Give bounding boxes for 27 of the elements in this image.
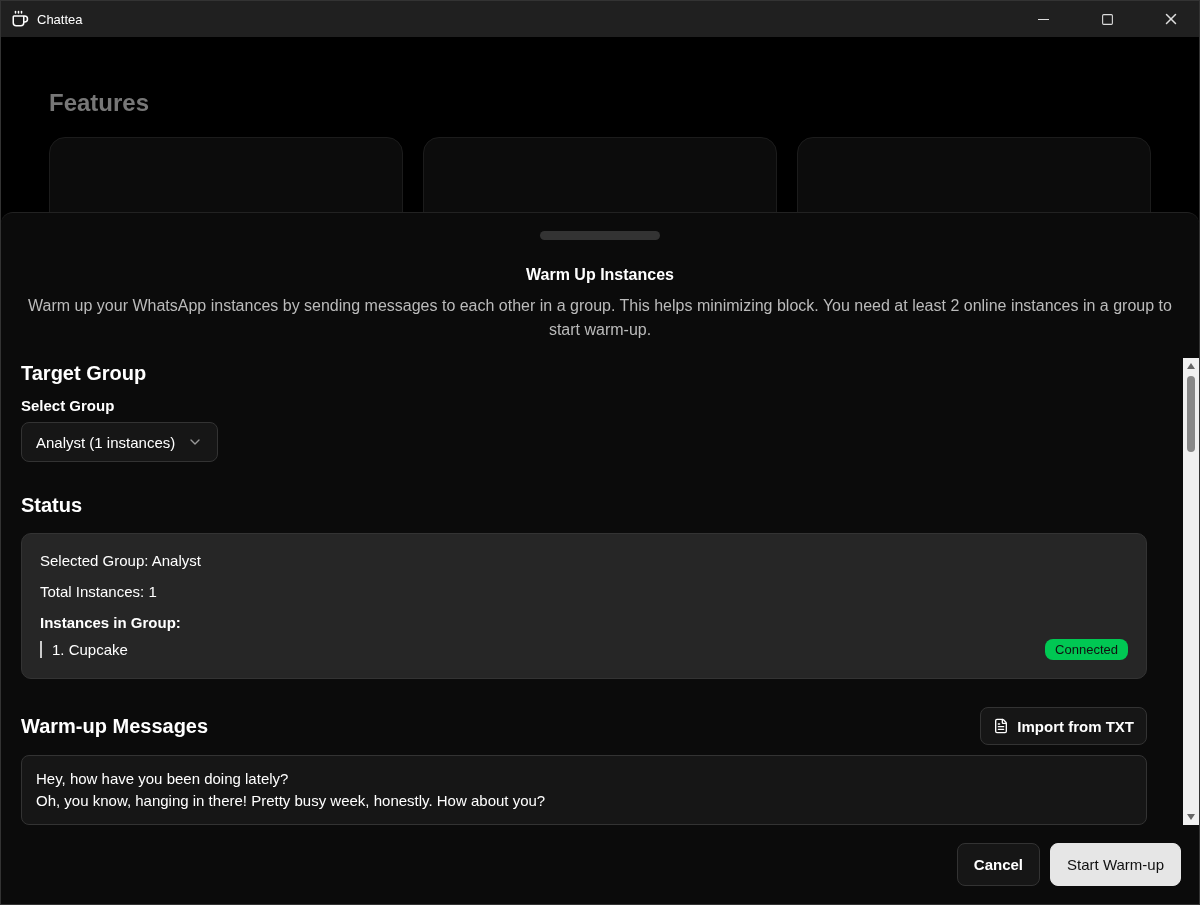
cancel-button[interactable]: Cancel (956, 843, 1041, 886)
status-badge: Connected (1045, 639, 1128, 660)
section-heading: Target Group (21, 362, 148, 385)
status-text: Selected Group: Analyst (40, 552, 202, 569)
import-button[interactable]: Import from TXT (980, 707, 1147, 745)
drag-handle[interactable] (540, 231, 660, 240)
section-heading: Status (21, 494, 84, 517)
messages-field[interactable]: Hey, how have you been doing lately? Oh, you know, hanging in there! Pretty busy week, honestly. How about you? (21, 755, 1147, 825)
minimize-icon (1037, 18, 1049, 20)
sheet-description: Warm up your WhatsApp instances by sending messages to each other in a group. This helps minimizing block. You need at least 2 online instances in a group to start warm-up. (27, 296, 1173, 340)
document-icon (993, 718, 1010, 734)
section-heading: Warm-up Messages (21, 714, 209, 738)
maximize-icon (1100, 12, 1114, 26)
instances-heading: Instances in Group: (40, 614, 182, 631)
scroll-down-icon[interactable] (1187, 814, 1195, 820)
field-label: Select Group (21, 397, 116, 414)
sheet-title: Warm Up Instances (525, 266, 675, 284)
group-select[interactable]: Analyst (1 instances) (21, 422, 219, 462)
window-title: Chattea (37, 11, 84, 27)
cup-icon (11, 10, 29, 28)
status-text: Total Instances: 1 (40, 583, 158, 600)
scroll-thumb[interactable] (1187, 376, 1195, 452)
instance-name: 1. Cupcake (40, 641, 128, 658)
start-button[interactable]: Start Warm-up (1050, 843, 1181, 886)
page-heading: Features (49, 89, 151, 117)
scrollbar[interactable] (1183, 358, 1199, 825)
scroll-up-icon[interactable] (1187, 363, 1195, 369)
